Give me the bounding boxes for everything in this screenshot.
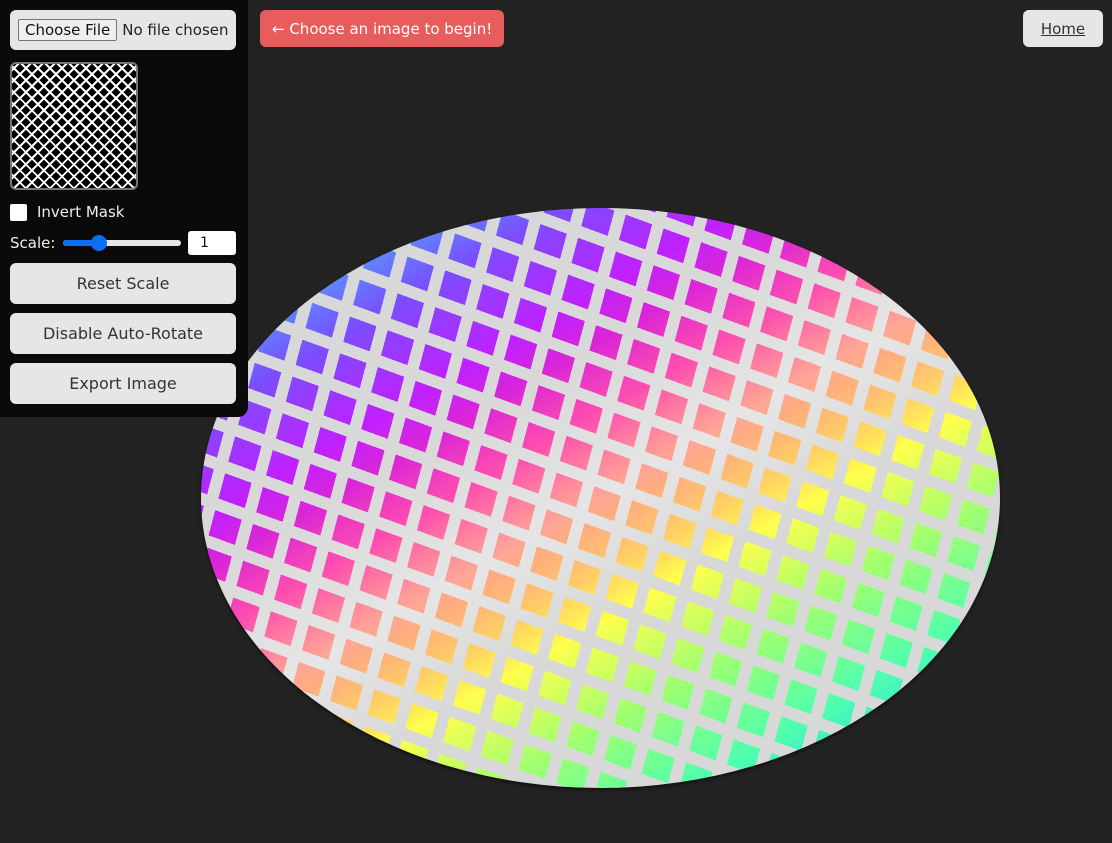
- home-link[interactable]: Home: [1023, 10, 1103, 47]
- disable-auto-rotate-button[interactable]: Disable Auto-Rotate: [10, 313, 236, 354]
- choose-file-button[interactable]: Choose File: [18, 19, 118, 41]
- 3d-preview-disc[interactable]: [201, 208, 1000, 788]
- choose-image-hint: ← Choose an image to begin!: [260, 10, 505, 47]
- scale-input[interactable]: 1: [188, 231, 236, 255]
- file-status: No file chosen: [122, 21, 229, 39]
- control-panel: Choose File No file chosen Invert Mask S…: [0, 0, 248, 417]
- reset-scale-button[interactable]: Reset Scale: [10, 263, 236, 304]
- scale-slider[interactable]: [63, 235, 182, 251]
- invert-mask-row[interactable]: Invert Mask: [10, 203, 125, 221]
- scale-slider-thumb[interactable]: [90, 235, 107, 251]
- scale-row: Scale: 1: [10, 231, 236, 255]
- file-input[interactable]: Choose File No file chosen: [10, 10, 236, 50]
- mask-preview: [10, 62, 138, 190]
- export-image-button[interactable]: Export Image: [10, 363, 236, 404]
- invert-mask-label: Invert Mask: [37, 203, 125, 221]
- scale-label: Scale:: [10, 234, 56, 252]
- invert-mask-checkbox[interactable]: [10, 203, 27, 221]
